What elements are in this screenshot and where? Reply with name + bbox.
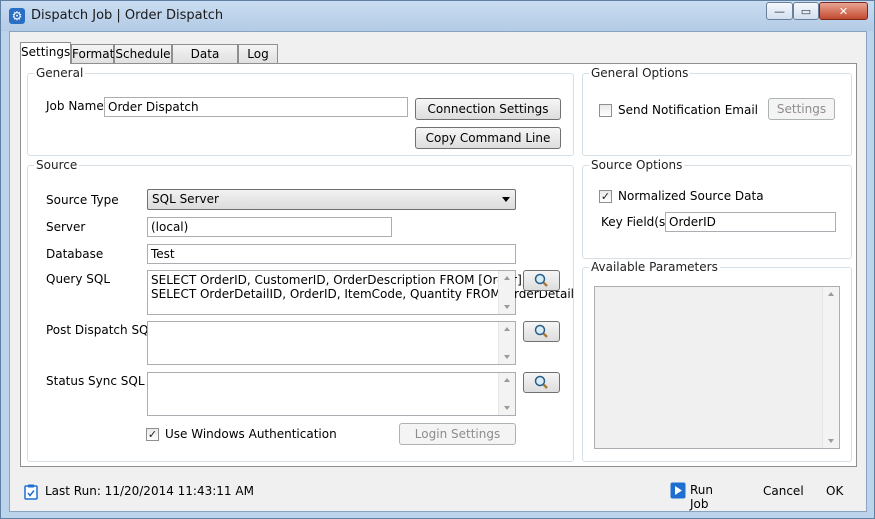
source-type-value: SQL Server <box>152 192 219 206</box>
chevron-down-icon <box>502 197 510 202</box>
database-input[interactable]: Test <box>147 244 516 264</box>
settings-panel: General Job Name Order Dispatch Connecti… <box>20 63 857 467</box>
send-notification-checkbox[interactable] <box>599 104 612 117</box>
query-sql-line: SELECT OrderID, CustomerID, OrderDescrip… <box>151 273 526 287</box>
tab-format[interactable]: Format <box>71 44 114 63</box>
available-parameters-legend: Available Parameters <box>589 260 720 274</box>
general-group: General Job Name Order Dispatch Connecti… <box>27 66 574 156</box>
available-parameters-group: Available Parameters <box>582 260 852 462</box>
notification-settings-button[interactable]: Settings <box>768 98 835 120</box>
source-options-legend: Source Options <box>589 158 685 172</box>
post-dispatch-sql-preview-button[interactable] <box>523 321 560 342</box>
source-group: Source Source Type SQL Server Server (lo… <box>27 158 574 462</box>
last-run-status: Last Run: 11/20/2014 11:43:11 AM <box>45 484 254 498</box>
tab-log[interactable]: Log <box>238 44 278 63</box>
use-windows-auth-checkbox[interactable]: ✓ <box>146 428 159 441</box>
query-sql-preview-button[interactable] <box>523 270 560 291</box>
status-sync-sql-scrollbar[interactable] <box>498 373 515 415</box>
query-sql-scrollbar[interactable] <box>498 271 515 314</box>
clipboard-check-icon <box>24 484 38 500</box>
key-fields-label: Key Field(s) <box>601 215 670 229</box>
app-gear-icon: ⚙ <box>9 8 25 24</box>
source-options-group: Source Options ✓ Normalized Source Data … <box>582 158 852 259</box>
job-name-label: Job Name <box>46 99 104 113</box>
client-area: Settings Format Schedule Data Errors Log… <box>9 31 867 512</box>
login-settings-button[interactable]: Login Settings <box>399 423 516 445</box>
dispatch-job-window: ⚙ Dispatch Job | Order Dispatch — ▭ ✕ Se… <box>0 0 875 519</box>
source-type-label: Source Type <box>46 193 119 207</box>
normalized-source-label: Normalized Source Data <box>618 189 764 203</box>
status-sync-sql-label: Status Sync SQL <box>46 374 145 388</box>
cancel-button[interactable]: Cancel <box>763 484 804 498</box>
ok-button[interactable]: OK <box>826 484 843 498</box>
run-job-button[interactable]: Run Job <box>670 482 734 511</box>
source-type-select[interactable]: SQL Server <box>147 189 516 210</box>
run-job-label: Run Job <box>690 483 714 511</box>
source-legend: Source <box>34 158 80 172</box>
status-sync-sql-textarea[interactable] <box>147 372 516 416</box>
available-parameters-scrollbar[interactable] <box>822 287 839 448</box>
normalized-source-checkbox[interactable]: ✓ <box>599 190 612 203</box>
play-icon <box>670 482 686 499</box>
post-dispatch-sql-label: Post Dispatch SQL <box>46 323 156 337</box>
close-button[interactable]: ✕ <box>819 2 868 20</box>
database-label: Database <box>46 247 104 261</box>
server-input[interactable]: (local) <box>147 217 392 237</box>
use-windows-auth-label: Use Windows Authentication <box>165 427 337 441</box>
window-title: Dispatch Job | Order Dispatch <box>31 8 224 23</box>
tab-data-errors[interactable]: Data Errors <box>172 44 238 79</box>
copy-command-line-button[interactable]: Copy Command Line <box>415 127 561 149</box>
post-dispatch-sql-scrollbar[interactable] <box>498 322 515 364</box>
query-sql-textarea[interactable]: SELECT OrderID, CustomerID, OrderDescrip… <box>147 270 574 315</box>
post-dispatch-sql-textarea[interactable] <box>147 321 516 365</box>
magnifier-icon <box>534 273 548 287</box>
query-sql-label: Query SQL <box>46 272 111 286</box>
query-sql-line: SELECT OrderDetailID, OrderID, ItemCode,… <box>151 287 574 301</box>
key-fields-input[interactable]: OrderID <box>665 212 836 232</box>
general-legend: General <box>34 66 86 80</box>
send-notification-label: Send Notification Email <box>618 103 758 117</box>
status-sync-sql-preview-button[interactable] <box>523 372 560 393</box>
available-parameters-list[interactable] <box>594 286 840 449</box>
tab-settings[interactable]: Settings <box>20 42 71 64</box>
magnifier-icon <box>534 375 548 389</box>
job-name-input[interactable]: Order Dispatch <box>104 97 408 117</box>
general-options-legend: General Options <box>589 66 691 80</box>
magnifier-icon <box>534 324 548 338</box>
maximize-button[interactable]: ▭ <box>793 2 819 20</box>
tab-schedule[interactable]: Schedule <box>114 44 172 63</box>
title-bar[interactable]: ⚙ Dispatch Job | Order Dispatch — ▭ ✕ <box>1 1 874 31</box>
connection-settings-button[interactable]: Connection Settings <box>415 98 561 120</box>
minimize-button[interactable]: — <box>766 2 793 20</box>
general-options-group: General Options Send Notification Email … <box>582 66 852 156</box>
server-label: Server <box>46 220 86 234</box>
